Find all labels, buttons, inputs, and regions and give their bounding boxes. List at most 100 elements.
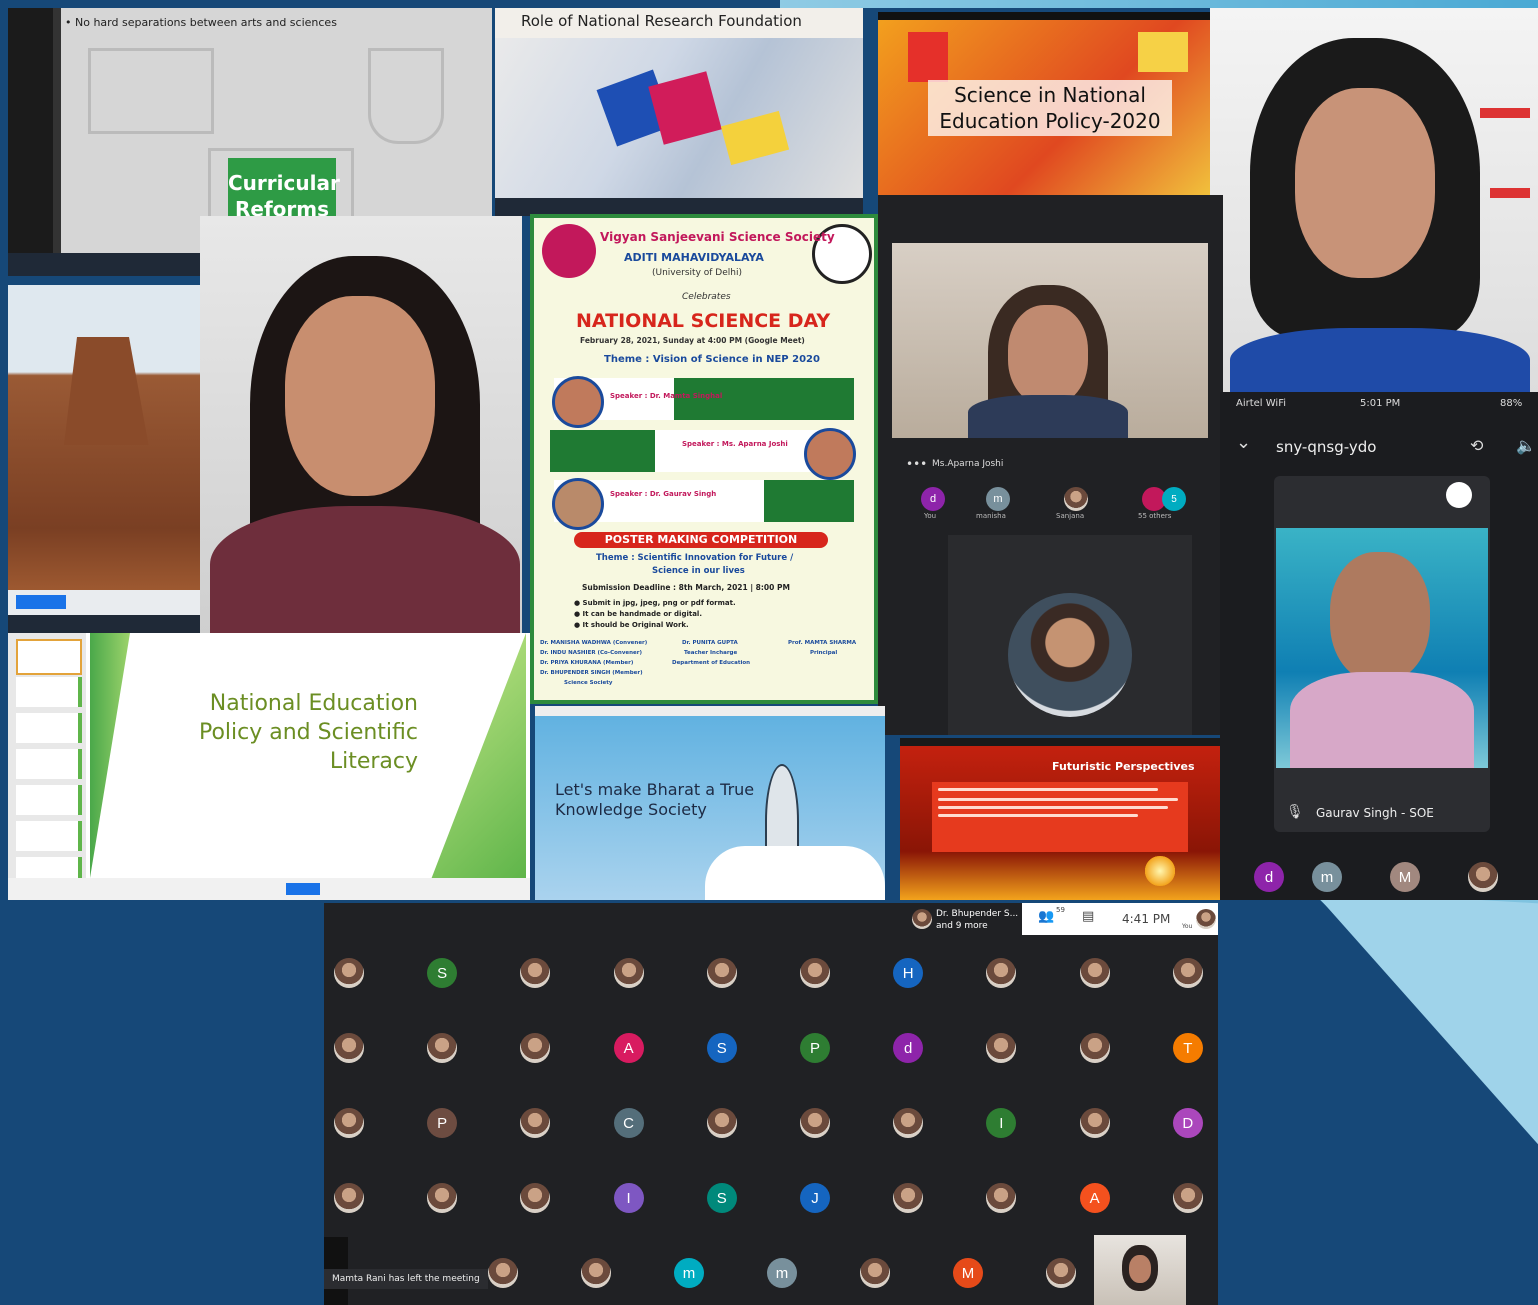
participant-avatar[interactable]: A bbox=[1079, 1183, 1110, 1213]
participant-avatar[interactable]: m bbox=[674, 1258, 704, 1288]
participant-avatar[interactable] bbox=[1172, 958, 1203, 988]
participant-avatar[interactable] bbox=[334, 958, 364, 988]
participant-avatar[interactable] bbox=[986, 958, 1017, 988]
avatar bbox=[1064, 487, 1088, 511]
slide-science-nep: Science in National Education Policy-202… bbox=[878, 12, 1210, 197]
participant-avatar[interactable] bbox=[427, 1183, 458, 1213]
slide-nrf: Role of National Research Foundation bbox=[495, 8, 863, 216]
science-nep-title: Science in National Education Policy-202… bbox=[928, 80, 1172, 136]
participant-avatar[interactable] bbox=[800, 958, 830, 988]
carrier-label: Airtel WiFi bbox=[1236, 398, 1287, 409]
video-speaker-top-right bbox=[1210, 8, 1538, 393]
participant-avatar-large bbox=[1008, 593, 1132, 717]
slide-bharat: Let's make Bharat a True Knowledge Socie… bbox=[535, 706, 885, 900]
participant-avatar[interactable] bbox=[706, 958, 737, 988]
chevron-down-icon[interactable]: ⌄ bbox=[1236, 432, 1251, 453]
video-speaker-center bbox=[200, 216, 522, 634]
avatar[interactable]: d bbox=[1254, 862, 1284, 892]
presenter-name: Dr. Bhupender S... bbox=[936, 909, 1019, 919]
participant-avatar[interactable] bbox=[706, 1108, 737, 1138]
share-button[interactable] bbox=[286, 883, 320, 895]
participant-avatar[interactable]: m bbox=[767, 1258, 797, 1288]
meet-grid-window: Dr. Bhupender S... and 9 more 👥 59 ▤ 4:4… bbox=[324, 903, 1218, 1305]
poster-event-title: NATIONAL SCIENCE DAY bbox=[576, 310, 831, 332]
participant-avatar[interactable] bbox=[334, 1108, 364, 1138]
tile-manisha[interactable]: m manisha bbox=[966, 487, 1036, 523]
participant-avatar[interactable] bbox=[860, 1258, 890, 1288]
participant-avatar[interactable]: A bbox=[613, 1033, 644, 1063]
participant-avatar[interactable] bbox=[334, 1033, 364, 1063]
participant-avatar[interactable]: P bbox=[800, 1033, 830, 1063]
meeting-code[interactable]: sny-qnsg-ydo bbox=[1276, 438, 1376, 456]
you-label: You bbox=[1182, 923, 1193, 930]
society-logo bbox=[542, 224, 596, 278]
avatar[interactable]: M bbox=[1390, 862, 1420, 892]
participant-avatar[interactable] bbox=[1046, 1258, 1076, 1288]
speaker-icon[interactable]: 🔈 bbox=[1516, 436, 1536, 455]
participant-avatar[interactable]: C bbox=[613, 1108, 644, 1138]
participant-avatar[interactable]: D bbox=[1172, 1108, 1203, 1138]
bharat-title: Let's make Bharat a True Knowledge Socie… bbox=[555, 780, 755, 819]
participant-avatar[interactable] bbox=[1079, 1108, 1110, 1138]
participant-avatar[interactable]: T bbox=[1172, 1033, 1203, 1063]
participant-avatar[interactable] bbox=[334, 1183, 364, 1213]
nep-literacy-title: National Education Policy and Scientific… bbox=[198, 691, 418, 774]
phone-time: 5:01 PM bbox=[1360, 398, 1401, 409]
participant-avatar[interactable]: P bbox=[427, 1108, 458, 1138]
camera-switch-icon[interactable]: ⟲ bbox=[1470, 436, 1483, 455]
participant-avatar[interactable]: H bbox=[893, 958, 924, 988]
participant-avatar[interactable] bbox=[520, 1108, 551, 1138]
avatar: 5 bbox=[1162, 487, 1186, 511]
participant-avatar[interactable] bbox=[1172, 1183, 1203, 1213]
avatar: d bbox=[921, 487, 945, 511]
tile-sanjana[interactable]: Sanjana bbox=[1044, 487, 1114, 523]
participants-count: 59 bbox=[1056, 906, 1065, 914]
slide-nalanda-ruins bbox=[8, 285, 203, 633]
avatar[interactable]: m bbox=[1312, 862, 1342, 892]
chat-icon[interactable]: ▤ bbox=[1082, 909, 1094, 924]
mute-indicator-icon bbox=[1446, 482, 1472, 508]
participant-avatar[interactable] bbox=[520, 1033, 551, 1063]
curricular-reforms-badge: Curricular Reforms bbox=[228, 158, 340, 221]
presenter-avatar bbox=[912, 909, 932, 929]
bg-stripe-top bbox=[780, 0, 1538, 8]
avatar[interactable] bbox=[1468, 862, 1498, 892]
presenter-more: and 9 more bbox=[936, 921, 988, 931]
people-icon[interactable]: 👥 bbox=[1038, 909, 1054, 924]
participant-avatar[interactable] bbox=[893, 1183, 924, 1213]
participant-avatar[interactable] bbox=[581, 1258, 611, 1288]
participant-avatar[interactable]: d bbox=[893, 1033, 924, 1063]
tile-others[interactable]: 5 55 others bbox=[1122, 487, 1202, 523]
participant-avatar[interactable] bbox=[800, 1108, 830, 1138]
share-button[interactable] bbox=[16, 595, 66, 609]
participant-avatar[interactable]: J bbox=[800, 1183, 830, 1213]
tile-you[interactable]: d You bbox=[916, 487, 956, 523]
phone-participant-name: Gaurav Singh - SOE bbox=[1316, 806, 1434, 820]
meet-window-center: ••• Ms.Aparna Joshi d You m manisha Sanj… bbox=[878, 195, 1223, 735]
participant-avatar[interactable]: I bbox=[613, 1183, 644, 1213]
participant-avatar[interactable]: S bbox=[427, 958, 458, 988]
participant-avatar[interactable] bbox=[488, 1258, 518, 1288]
participant-avatar[interactable]: M bbox=[953, 1258, 983, 1288]
participant-avatar[interactable] bbox=[986, 1183, 1017, 1213]
participant-avatar[interactable] bbox=[893, 1108, 924, 1138]
participant-avatar[interactable]: S bbox=[706, 1033, 737, 1063]
participant-avatar[interactable] bbox=[427, 1033, 458, 1063]
participant-avatar[interactable] bbox=[1079, 1033, 1110, 1063]
more-options-icon[interactable]: ••• bbox=[906, 457, 927, 471]
participant-avatar[interactable] bbox=[613, 958, 644, 988]
event-poster: Vigyan Sanjeevani Science Society ADITI … bbox=[530, 214, 878, 704]
meet-time: 4:41 PM bbox=[1122, 912, 1171, 926]
slide-bullet: • No hard separations between arts and s… bbox=[65, 16, 337, 29]
slide-nep-literacy: National Education Policy and Scientific… bbox=[8, 633, 530, 900]
participant-avatar[interactable]: S bbox=[706, 1183, 737, 1213]
participant-avatar[interactable] bbox=[986, 1033, 1017, 1063]
participant-avatar[interactable]: I bbox=[986, 1108, 1017, 1138]
self-preview bbox=[1094, 1235, 1186, 1305]
participant-avatar[interactable] bbox=[520, 1183, 551, 1213]
nrf-title: Role of National Research Foundation bbox=[521, 12, 802, 30]
participant-avatar[interactable] bbox=[1079, 958, 1110, 988]
participant-avatar[interactable] bbox=[520, 958, 551, 988]
self-avatar[interactable] bbox=[1196, 909, 1216, 929]
battery-label: 88% bbox=[1500, 398, 1523, 409]
